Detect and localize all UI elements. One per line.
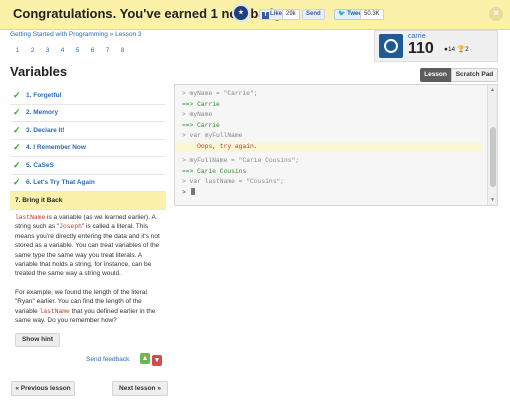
close-icon[interactable]: × <box>489 7 503 21</box>
twitter-bird-icon: 🐦 <box>338 11 346 17</box>
step-link[interactable]: 2 <box>25 45 40 56</box>
send-feedback-link[interactable]: Send feedback <box>86 356 129 363</box>
facebook-like-label: Like <box>270 11 283 17</box>
trophy-icon: 🏆 <box>456 46 466 53</box>
console-line: ==> Carie Cousins <box>182 167 247 175</box>
facebook-icon: f <box>262 12 269 19</box>
page-title: Variables <box>10 64 68 79</box>
console-line: > myFullName = "Carie Cousins"; <box>182 157 300 164</box>
lesson-item[interactable]: ✓ 2. Memory <box>10 105 166 122</box>
thumbs-up-icon[interactable]: ▲ <box>140 353 150 364</box>
step-link[interactable]: 7 <box>100 45 115 56</box>
tab-scratch-pad[interactable]: Scratch Pad <box>451 68 498 82</box>
step-link[interactable]: 4 <box>55 45 70 56</box>
step-link[interactable]: 1 <box>10 45 25 56</box>
step-pagination: 1 2 3 4 5 6 7 8 <box>10 45 130 56</box>
console-line: ==> Carrie <box>182 100 220 108</box>
lesson-item-active[interactable]: 7. Bring it Back <box>10 192 166 210</box>
badge-icon[interactable]: ★ <box>232 4 250 22</box>
step-link[interactable]: 6 <box>85 45 100 56</box>
step-link[interactable]: 8 <box>115 45 130 56</box>
inline-code: lastName <box>39 307 70 315</box>
show-hint-button[interactable]: Show hint <box>15 333 60 347</box>
breadcrumb[interactable]: Getting Started with Programming » Lesso… <box>10 31 142 38</box>
avatar[interactable] <box>379 34 403 58</box>
badge-counts: ●14 🏆2 <box>444 45 469 53</box>
console-line: > var lastName = "Cousins"; <box>182 178 285 185</box>
description-text: " is called a literal. This means you're… <box>15 223 160 278</box>
lesson-item[interactable]: ✓ 1. Forgetful <box>10 87 166 105</box>
lesson-item[interactable]: ✓ 6. Let's Try That Again <box>10 175 166 192</box>
lesson-list: ✓ 1. Forgetful ✓ 2. Memory ✓ 3. Declare It!… <box>10 87 166 210</box>
scroll-up-icon[interactable]: ▲ <box>490 87 495 93</box>
console-output: > myName = "Carrie"; ==> Carrie > myName ==… <box>175 89 482 199</box>
console-line: ==> Carrie <box>182 121 220 129</box>
scrollbar-thumb[interactable] <box>490 127 496 187</box>
code-console[interactable]: > myName = "Carrie"; ==> Carrie > myName ==… <box>174 84 498 206</box>
badge-count: 14 <box>447 46 456 53</box>
lesson-item[interactable]: ✓ 5. CaSeS <box>10 157 166 175</box>
console-line: Oops, try again. <box>175 141 482 152</box>
lesson-label: 5. CaSeS <box>26 161 54 169</box>
console-line: > var myFullName <box>182 132 243 139</box>
step-link[interactable]: 3 <box>40 45 55 56</box>
lesson-label: 7. Bring it Back <box>15 196 63 204</box>
facebook-send-button[interactable]: Send <box>302 9 325 20</box>
lesson-label: 1. Forgetful <box>26 91 62 99</box>
step-link[interactable]: 5 <box>70 45 85 56</box>
text-cursor <box>190 187 195 195</box>
facebook-like-count: 29k <box>282 9 300 20</box>
username[interactable]: carrie <box>408 33 426 40</box>
user-score: 110 <box>408 40 434 57</box>
checkmark-icon: ✓ <box>13 107 21 118</box>
user-profile-card: carrie 110 ●14 🏆2 <box>374 30 498 62</box>
trophy-count: 2 <box>465 46 469 53</box>
description-paragraph: For example, we found the length of the … <box>15 288 165 326</box>
tweet-count: 50.3K <box>360 9 384 20</box>
inline-code: Joseph <box>59 223 82 231</box>
lesson-label: 4. I Remember Now <box>26 144 86 152</box>
checkmark-icon: ✓ <box>13 177 21 188</box>
console-prompt[interactable]: > <box>182 187 482 199</box>
lesson-item[interactable]: ✓ 3. Declare It! <box>10 122 166 140</box>
description-paragraph: lastName is a variable (as we learned ea… <box>15 213 165 279</box>
console-line: > myName = "Carrie"; <box>182 90 258 97</box>
checkmark-icon: ✓ <box>13 124 21 135</box>
lesson-description: lastName is a variable (as we learned ea… <box>15 213 165 334</box>
lesson-label: 3. Declare It! <box>26 126 65 134</box>
previous-lesson-button[interactable]: « Previous lesson <box>11 381 75 396</box>
console-line: > myName <box>182 111 213 118</box>
checkmark-icon: ✓ <box>13 159 21 170</box>
next-lesson-button[interactable]: Next lesson » <box>112 381 168 396</box>
lesson-item[interactable]: ✓ 4. I Remember Now <box>10 140 166 157</box>
console-scrollbar[interactable]: ▲ ▼ <box>487 85 497 205</box>
lesson-label: 2. Memory <box>26 109 59 117</box>
tab-lesson[interactable]: Lesson <box>420 68 451 82</box>
badge-banner: Congratulations. You've earned 1 new bad… <box>0 0 510 30</box>
checkmark-icon: ✓ <box>13 142 21 153</box>
scroll-down-icon[interactable]: ▼ <box>490 197 495 203</box>
inline-code: lastName <box>15 214 46 221</box>
checkmark-icon: ✓ <box>13 89 21 100</box>
thumbs-down-icon[interactable]: ▼ <box>152 355 162 366</box>
lesson-label: 6. Let's Try That Again <box>26 179 95 187</box>
